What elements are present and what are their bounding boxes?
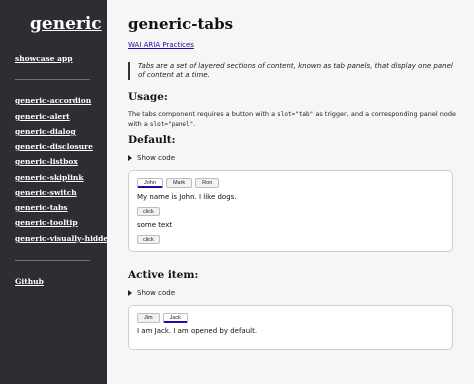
show-code-label: Show code [137,154,175,162]
show-code-label: Show code [137,289,175,297]
sidebar-item-generic-listbox[interactable]: generic-listbox [15,157,78,166]
sidebar-item-generic-disclosure[interactable]: generic-disclosure [15,142,93,151]
sidebar-item-generic-tooltip[interactable]: generic-tooltip [15,218,78,227]
usage-text-part: . [193,119,196,128]
sidebar-item-generic-accordion[interactable]: generic-accordion [15,96,91,105]
some-text: some text [137,221,173,229]
usage-text-part: The tabs component requires a button wit… [128,110,278,118]
page-title: generic-tabs [128,15,234,33]
usage-text: The tabs component requires a button wit… [128,110,458,129]
tab-panel-text: I am Jack. I am opened by default. [137,327,258,335]
sidebar-item-generic-visually-hidden[interactable]: generic-visually-hidden [15,234,114,243]
usage-code-panel: slot="panel" [149,120,194,128]
tab-john[interactable]: John [137,178,163,188]
tablist: John Mark Ron [137,178,220,188]
tab-mark[interactable]: Mark [165,178,193,188]
sidebar-item-github[interactable]: Github [15,277,44,286]
disclosure-triangle-icon [128,155,132,161]
active-item-heading: Active item: [128,269,199,281]
brand-link[interactable]: generic [30,14,102,34]
sidebar-item-generic-switch[interactable]: generic-switch [15,188,77,197]
usage-heading: Usage: [128,91,168,103]
tab-jim[interactable]: Jim [137,313,160,323]
description-quote: Tabs are a set of layered sections of co… [128,62,458,80]
tab-jack[interactable]: Jack [162,313,188,323]
sidebar-item-generic-tabs[interactable]: generic-tabs [15,203,68,212]
sidebar-item-generic-alert[interactable]: generic-alert [15,112,70,121]
wai-aria-practices-link[interactable]: WAI ARIA Practices [128,41,194,49]
default-heading: Default: [128,134,176,146]
tab-ron[interactable]: Ron [195,178,220,188]
show-code-toggle[interactable]: Show code [128,289,175,297]
disclosure-triangle-icon [128,290,132,296]
sidebar-item-generic-dialog[interactable]: generic-dialog [15,127,76,136]
main-content: generic-tabs WAI ARIA Practices Tabs are… [107,0,474,384]
sidebar-divider [15,260,90,261]
click-button[interactable]: click [137,235,160,244]
sidebar-item-generic-skiplink[interactable]: generic-skiplink [15,173,84,182]
sidebar: generic showcase app generic-accordion g… [0,0,114,384]
active-tabs-demo: Jim Jack I am Jack. I am opened by defau… [128,305,453,350]
click-button[interactable]: click [137,207,160,216]
usage-code-tab: slot="tab" [277,111,314,118]
show-code-toggle[interactable]: Show code [128,154,175,162]
tablist: Jim Jack [137,313,188,323]
sidebar-item-showcase-app[interactable]: showcase app [15,54,73,63]
tab-panel-text: My name is John. I like dogs. [137,193,237,201]
default-tabs-demo: John Mark Ron My name is John. I like do… [128,170,453,252]
sidebar-divider [15,79,90,80]
